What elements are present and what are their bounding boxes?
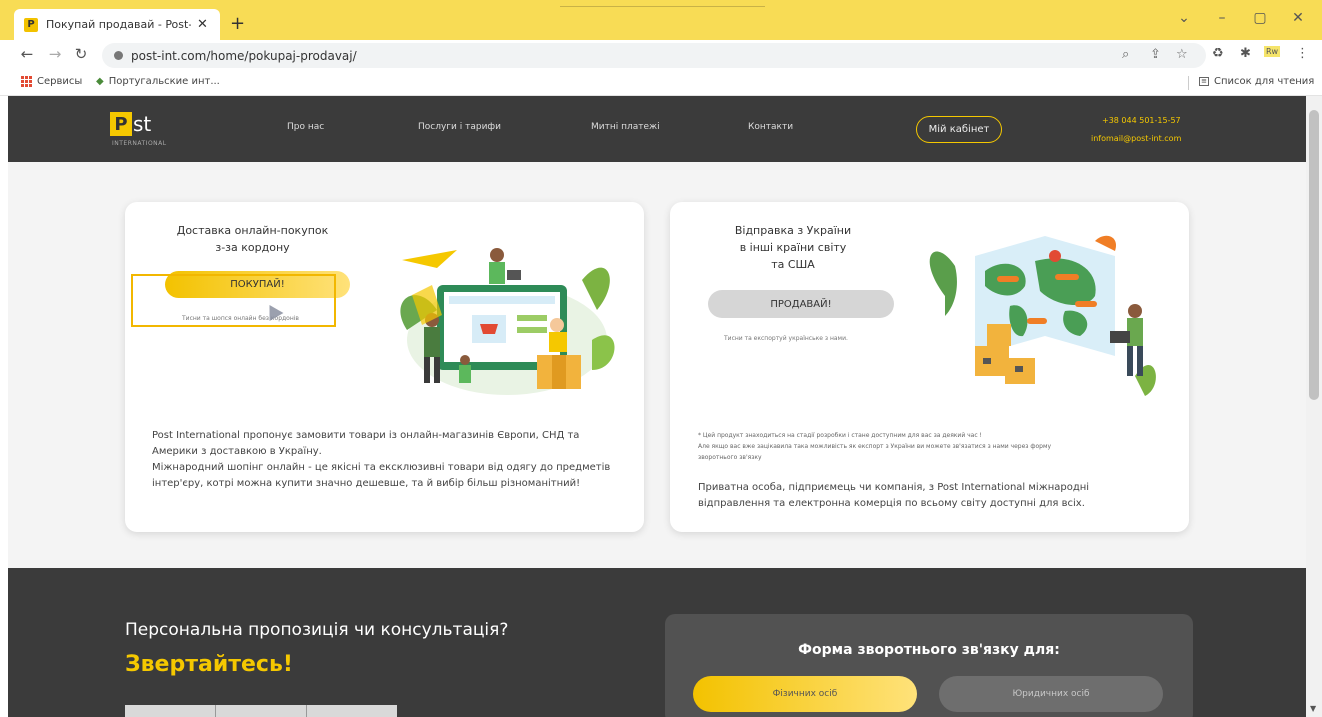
bookmark-label: Португальские инт...	[108, 76, 220, 87]
minimize-icon[interactable]: –	[1212, 10, 1232, 26]
forward-arrow-icon[interactable]: →	[46, 45, 64, 63]
nav-services[interactable]: Послуги і тарифи	[418, 122, 501, 132]
bookmarks-bar: Сервисы ◆ Португальские инт... ≡ Список …	[0, 70, 1322, 96]
card-buy-desc-line: інтер'єру, котрі можна купити значно деш…	[152, 478, 581, 489]
share-icon[interactable]: ⇪	[1150, 47, 1161, 62]
card-buy-title-line: з-за кордону	[215, 241, 290, 254]
tabbar-decoration	[560, 6, 765, 7]
url-text: post-int.com/home/pokupaj-prodavaj/	[131, 48, 357, 63]
bookmarks-separator	[1188, 76, 1189, 90]
bookmark-star-icon[interactable]: ☆	[1176, 47, 1188, 62]
scroll-down-arrow-icon[interactable]: ▼	[1310, 704, 1316, 713]
strip-divider	[215, 705, 216, 717]
card-sell-title: Відправка з України в інші країни світу …	[708, 222, 878, 273]
sell-hint: Тисни та експортуй українське з нами.	[724, 335, 848, 342]
card-sell-note-line: зворотнього зв'язку	[698, 454, 762, 461]
site-header: P st INTERNATIONAL Про нас Послуги і тар…	[8, 96, 1306, 162]
card-buy-desc-line: Америки з доставкою в Україну.	[152, 446, 322, 457]
world-map-illustration	[929, 235, 1156, 396]
browser-tab-bar: P Покупай продавай - Post-intern ✕ + ⌄ –…	[0, 0, 1322, 40]
reload-icon[interactable]: ↻	[72, 45, 90, 63]
shopping-illustration	[400, 248, 615, 395]
logo-text: st	[133, 112, 152, 136]
logo-mark: P	[110, 112, 132, 136]
tab-search-chevron-icon[interactable]: ⌄	[1174, 10, 1194, 26]
contact-section: Персональна пропозиція чи консультація? …	[8, 568, 1306, 717]
buy-button-highlight	[131, 274, 336, 327]
bookmark-label: Сервисы	[37, 76, 83, 87]
cta-question: Персональна пропозиція чи консультація?	[125, 620, 509, 640]
apps-grid-icon	[21, 76, 32, 87]
card-buy-title-line: Доставка онлайн-покупок	[176, 224, 329, 237]
back-arrow-icon[interactable]: ←	[18, 45, 36, 63]
reading-list-label: Список для чтения	[1214, 76, 1315, 87]
reading-list-button[interactable]: ≡ Список для чтения	[1199, 76, 1314, 87]
bookmark-portuguese[interactable]: ◆ Португальские инт...	[96, 76, 220, 87]
tab-title: Покупай продавай - Post-intern	[46, 18, 191, 31]
extension-recycle-icon[interactable]: ♻	[1212, 46, 1224, 61]
scrollbar-thumb[interactable]	[1309, 110, 1319, 400]
extensions-puzzle-icon[interactable]: ✱	[1240, 46, 1251, 61]
card-sell-note: * Цей продукт знаходиться на стадії розр…	[698, 430, 1051, 463]
card-sell-title-line: та США	[771, 258, 815, 271]
maximize-icon[interactable]: ▢	[1250, 10, 1270, 26]
cta-call: Звертайтесь!	[125, 652, 293, 677]
card-buy-desc-line: Post International пропонує замовити тов…	[152, 430, 580, 441]
page-viewport: P st INTERNATIONAL Про нас Послуги і тар…	[8, 96, 1306, 717]
card-buy-desc-line: Міжнародний шопінг онлайн - це якісні та…	[152, 462, 611, 473]
card-buy-description: Post International пропонує замовити тов…	[152, 428, 610, 492]
bookmark-favicon-icon: ◆	[96, 76, 104, 87]
card-sell-desc-line: Приватна особа, підприємець чи компанія,…	[698, 482, 1090, 493]
window-close-icon[interactable]: ✕	[1288, 10, 1308, 26]
card-buy: Доставка онлайн-покупок з-за кордону ПОК…	[125, 202, 644, 532]
browser-toolbar: ← → ↻ post-int.com/home/pokupaj-prodavaj…	[0, 40, 1322, 70]
new-tab-plus-icon[interactable]: +	[230, 13, 245, 34]
card-sell-description: Приватна особа, підприємець чи компанія,…	[698, 480, 1089, 512]
card-buy-title: Доставка онлайн-покупок з-за кордону	[165, 222, 340, 256]
nav-about[interactable]: Про нас	[287, 122, 324, 132]
nav-customs[interactable]: Митні платежі	[591, 122, 660, 132]
strip-divider	[306, 705, 307, 717]
lock-icon	[114, 51, 123, 60]
my-cabinet-button[interactable]: Мій кабінет	[916, 116, 1002, 143]
nav-contacts[interactable]: Контакти	[748, 122, 793, 132]
site-logo[interactable]: P st	[110, 112, 151, 136]
site-favicon-icon: P	[24, 17, 38, 32]
card-sell-title-line: в інші країни світу	[739, 241, 847, 254]
header-phone[interactable]: +38 044 501-15-57	[1102, 116, 1181, 125]
card-sell: Відправка з України в інші країни світу …	[670, 202, 1189, 532]
reading-list-icon: ≡	[1199, 77, 1209, 86]
tab-close-icon[interactable]: ✕	[197, 17, 208, 32]
image-strip	[125, 705, 397, 717]
logo-subtitle: INTERNATIONAL	[112, 140, 167, 147]
card-sell-title-line: Відправка з України	[734, 224, 852, 237]
bookmark-services[interactable]: Сервисы	[21, 76, 82, 87]
address-bar[interactable]: post-int.com/home/pokupaj-prodavaj/ ⌕ ⇪ …	[102, 43, 1206, 68]
screen: P Покупай продавай - Post-intern ✕ + ⌄ –…	[0, 0, 1322, 717]
page-scrollbar[interactable]: ▼	[1306, 96, 1322, 717]
card-sell-desc-line: відправлення та електронна комерція по в…	[698, 498, 1085, 509]
header-email[interactable]: infomail@post-int.com	[1091, 134, 1181, 143]
extension-rw-icon[interactable]: Rw	[1264, 46, 1281, 57]
tab-legal-entities[interactable]: Юридичних осіб	[939, 676, 1163, 712]
feedback-form-panel: Форма зворотнього зв'язку для: Фізичних …	[665, 614, 1193, 717]
card-sell-note-line: * Цей продукт знаходиться на стадії розр…	[698, 432, 982, 439]
tab-individuals[interactable]: Фізичних осіб	[693, 676, 917, 712]
zoom-icon[interactable]: ⌕	[1122, 47, 1129, 62]
sell-button[interactable]: ПРОДАВАЙ!	[708, 290, 894, 318]
card-sell-note-line: Але якщо вас вже зацікавила така можливі…	[698, 443, 1052, 450]
browser-menu-icon[interactable]: ⋮	[1296, 46, 1309, 61]
feedback-form-title: Форма зворотнього зв'язку для:	[798, 642, 1060, 658]
browser-tab-active[interactable]: P Покупай продавай - Post-intern ✕	[14, 9, 220, 40]
